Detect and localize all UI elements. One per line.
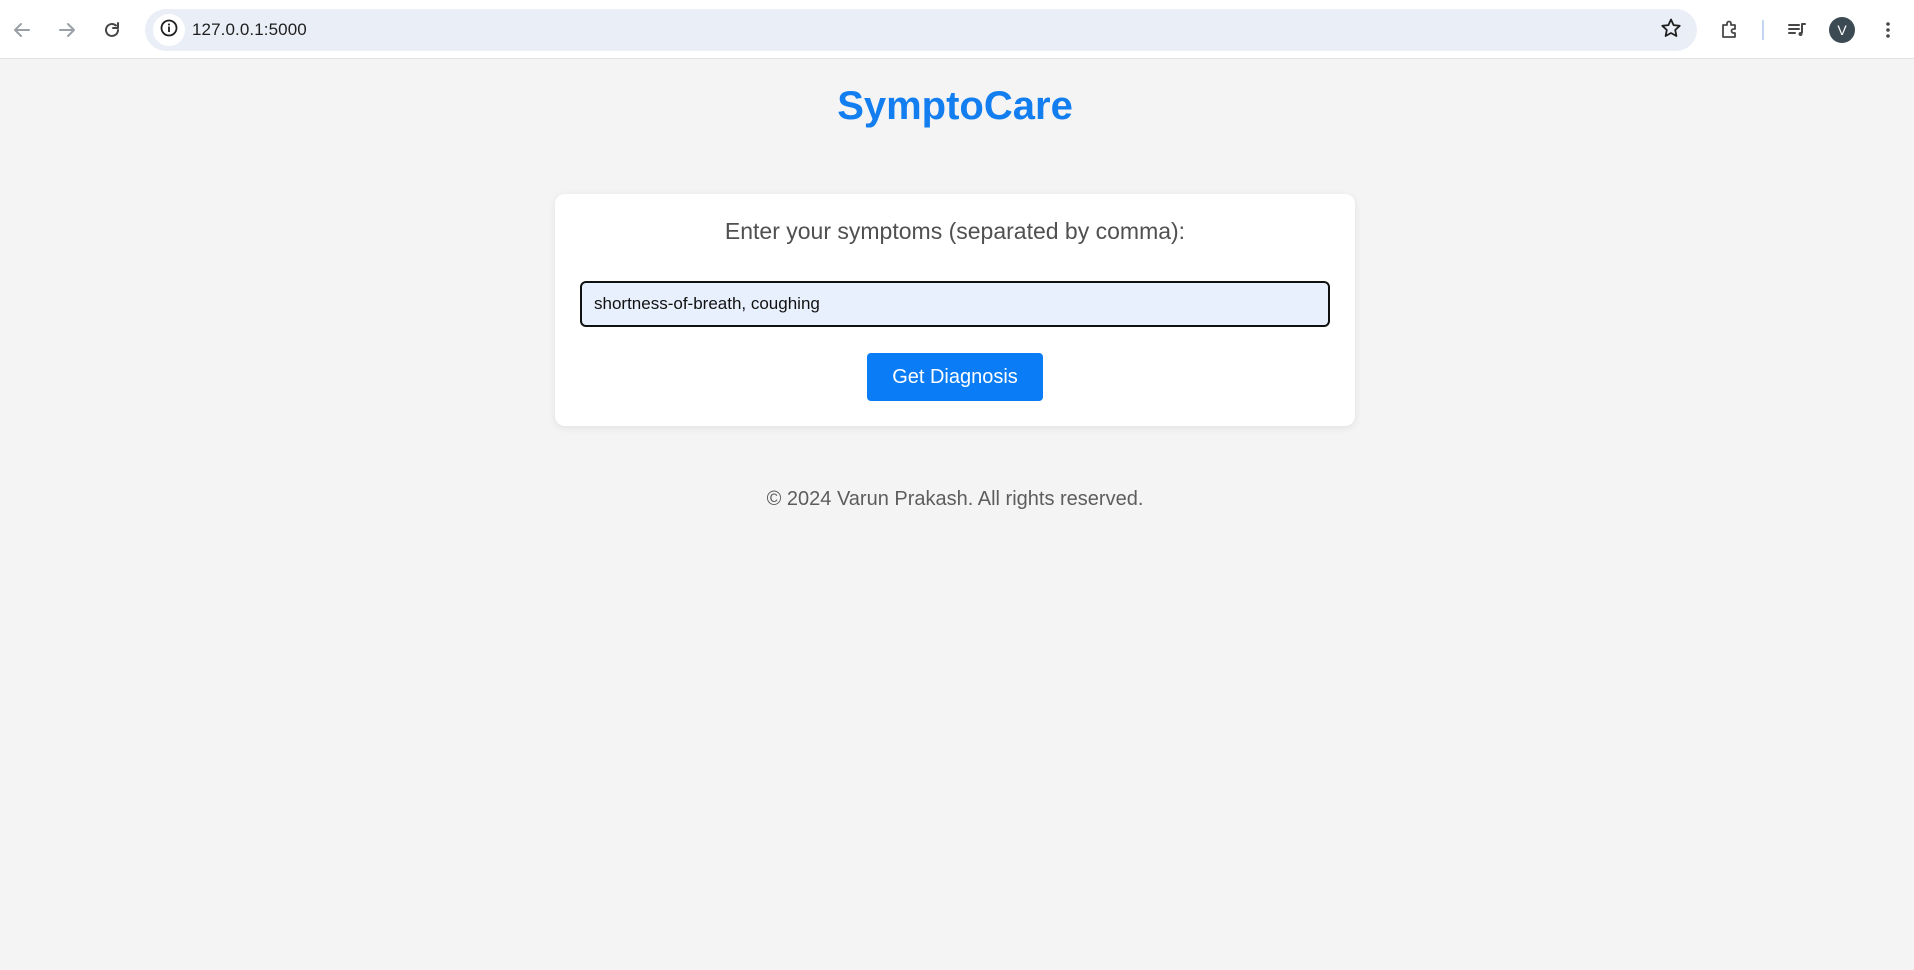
extensions-button[interactable] — [1712, 12, 1748, 48]
kebab-menu-icon — [1878, 20, 1898, 40]
symptom-form-card: Enter your symptoms (separated by comma)… — [555, 194, 1355, 426]
get-diagnosis-button[interactable]: Get Diagnosis — [867, 353, 1043, 401]
reload-icon — [102, 20, 122, 40]
media-button[interactable] — [1779, 12, 1815, 48]
symptom-input[interactable] — [580, 281, 1330, 327]
puzzle-icon — [1719, 19, 1741, 41]
symptom-input-label: Enter your symptoms (separated by comma)… — [724, 218, 1186, 244]
star-icon — [1660, 17, 1682, 44]
back-arrow-icon — [12, 20, 32, 40]
bookmark-button[interactable] — [1655, 14, 1687, 46]
footer-copyright: © 2024 Varun Prakash. All rights reserve… — [766, 488, 1144, 510]
info-icon — [159, 18, 179, 43]
forward-arrow-icon — [57, 20, 77, 40]
page-title: SymptoCare — [837, 84, 1073, 128]
browser-toolbar: 127.0.0.1:5000 V — [0, 0, 1914, 59]
forward-button[interactable] — [49, 12, 85, 48]
back-button[interactable] — [4, 12, 40, 48]
profile-avatar[interactable]: V — [1829, 17, 1855, 43]
address-bar[interactable]: 127.0.0.1:5000 — [145, 9, 1697, 51]
toolbar-divider — [1762, 20, 1764, 40]
media-queue-icon — [1786, 19, 1808, 41]
site-info-button[interactable] — [153, 14, 185, 46]
reload-button[interactable] — [94, 12, 130, 48]
browser-menu-button[interactable] — [1870, 12, 1906, 48]
url-text[interactable]: 127.0.0.1:5000 — [192, 20, 307, 40]
